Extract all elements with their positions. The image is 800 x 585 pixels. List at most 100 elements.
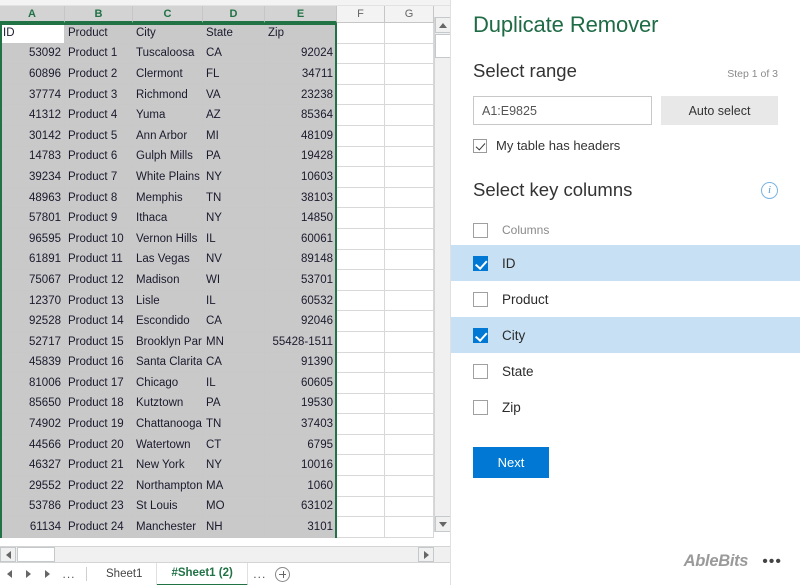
range-input[interactable]: [473, 96, 652, 125]
data-cell[interactable]: Watertown: [133, 435, 203, 456]
data-cell[interactable]: Product 21: [65, 455, 133, 476]
data-cell[interactable]: Product 10: [65, 229, 133, 250]
data-cell[interactable]: IL: [203, 373, 265, 394]
data-cell[interactable]: Product 9: [65, 208, 133, 229]
data-cell[interactable]: Product 7: [65, 167, 133, 188]
sheet-nav-overflow[interactable]: ...: [57, 563, 81, 585]
data-cell[interactable]: Product 17: [65, 373, 133, 394]
data-cell[interactable]: Ithaca: [133, 208, 203, 229]
key-column-id[interactable]: ID: [451, 245, 800, 281]
data-cell[interactable]: 85650: [0, 394, 65, 415]
data-cell[interactable]: [385, 311, 434, 332]
data-cell[interactable]: 85364: [265, 105, 337, 126]
data-cell[interactable]: TN: [203, 188, 265, 209]
data-cell[interactable]: 41312: [0, 105, 65, 126]
data-cell[interactable]: Clermont: [133, 64, 203, 85]
data-cell[interactable]: Product 14: [65, 311, 133, 332]
data-cell[interactable]: 60896: [0, 64, 65, 85]
data-cell[interactable]: Manchester: [133, 517, 203, 538]
data-cell[interactable]: MO: [203, 497, 265, 518]
scroll-down-button[interactable]: [435, 516, 450, 532]
data-cell[interactable]: Product 12: [65, 270, 133, 291]
header-cell[interactable]: [385, 23, 434, 44]
scroll-up-button[interactable]: [435, 17, 450, 33]
data-cell[interactable]: 61134: [0, 517, 65, 538]
data-cell[interactable]: 60061: [265, 229, 337, 250]
data-cell[interactable]: [385, 455, 434, 476]
data-cell[interactable]: MN: [203, 332, 265, 353]
data-cell[interactable]: Escondido: [133, 311, 203, 332]
data-cell[interactable]: 89148: [265, 250, 337, 271]
column-header-a[interactable]: A: [0, 6, 65, 23]
data-cell[interactable]: 10603: [265, 167, 337, 188]
data-cell[interactable]: 19530: [265, 394, 337, 415]
data-cell[interactable]: 92024: [265, 44, 337, 65]
data-cell[interactable]: [385, 147, 434, 168]
data-cell[interactable]: 6795: [265, 435, 337, 456]
data-cell[interactable]: 34711: [265, 64, 337, 85]
data-cell[interactable]: Northampton: [133, 476, 203, 497]
data-cell[interactable]: NY: [203, 167, 265, 188]
data-cell[interactable]: FL: [203, 64, 265, 85]
data-cell[interactable]: 38103: [265, 188, 337, 209]
data-cell[interactable]: [337, 188, 385, 209]
data-cell[interactable]: [385, 44, 434, 65]
key-column-zip[interactable]: Zip: [451, 389, 800, 425]
data-cell[interactable]: 75067: [0, 270, 65, 291]
data-cell[interactable]: [385, 64, 434, 85]
data-cell[interactable]: Product 19: [65, 414, 133, 435]
data-cell[interactable]: [337, 126, 385, 147]
data-cell[interactable]: 45839: [0, 353, 65, 374]
data-cell[interactable]: [385, 517, 434, 538]
data-cell[interactable]: 53786: [0, 497, 65, 518]
data-cell[interactable]: Product 18: [65, 394, 133, 415]
data-cell[interactable]: NH: [203, 517, 265, 538]
data-cell[interactable]: [337, 311, 385, 332]
vertical-scroll-thumb[interactable]: [435, 34, 450, 58]
data-cell[interactable]: White Plains: [133, 167, 203, 188]
data-cell[interactable]: 48963: [0, 188, 65, 209]
data-cell[interactable]: [385, 105, 434, 126]
data-cell[interactable]: [385, 353, 434, 374]
data-cell[interactable]: [337, 208, 385, 229]
data-cell[interactable]: Product 24: [65, 517, 133, 538]
grid-viewport[interactable]: IDProductCityStateZip53092Product 1Tusca…: [0, 23, 450, 538]
data-cell[interactable]: [385, 208, 434, 229]
data-cell[interactable]: [337, 476, 385, 497]
data-cell[interactable]: [337, 373, 385, 394]
data-cell[interactable]: 52717: [0, 332, 65, 353]
data-cell[interactable]: 92046: [265, 311, 337, 332]
data-cell[interactable]: [337, 250, 385, 271]
data-cell[interactable]: [337, 332, 385, 353]
data-cell[interactable]: 29552: [0, 476, 65, 497]
data-cell[interactable]: [337, 147, 385, 168]
data-cell[interactable]: 1060: [265, 476, 337, 497]
data-cell[interactable]: [385, 435, 434, 456]
data-cell[interactable]: [337, 455, 385, 476]
key-column-zip-checkbox[interactable]: [473, 400, 488, 415]
data-cell[interactable]: IL: [203, 229, 265, 250]
scroll-right-button[interactable]: [418, 547, 434, 562]
data-cell[interactable]: [385, 394, 434, 415]
sheet-tab-0[interactable]: Sheet1: [92, 563, 157, 585]
data-cell[interactable]: Gulph Mills: [133, 147, 203, 168]
data-cell[interactable]: Lisle: [133, 291, 203, 312]
data-cell[interactable]: 92528: [0, 311, 65, 332]
data-cell[interactable]: [337, 435, 385, 456]
column-header-b[interactable]: B: [65, 6, 133, 23]
data-cell[interactable]: Product 20: [65, 435, 133, 456]
data-cell[interactable]: Product 13: [65, 291, 133, 312]
data-cell[interactable]: CA: [203, 44, 265, 65]
data-cell[interactable]: New York: [133, 455, 203, 476]
data-cell[interactable]: 96595: [0, 229, 65, 250]
vertical-scrollbar[interactable]: [434, 17, 450, 532]
header-cell[interactable]: Zip: [265, 23, 337, 44]
data-cell[interactable]: [385, 414, 434, 435]
data-cell[interactable]: Madison: [133, 270, 203, 291]
data-cell[interactable]: Tuscaloosa: [133, 44, 203, 65]
data-cell[interactable]: NY: [203, 455, 265, 476]
add-sheet-button[interactable]: [272, 563, 294, 585]
data-cell[interactable]: 91390: [265, 353, 337, 374]
data-cell[interactable]: CA: [203, 311, 265, 332]
data-cell[interactable]: 39234: [0, 167, 65, 188]
